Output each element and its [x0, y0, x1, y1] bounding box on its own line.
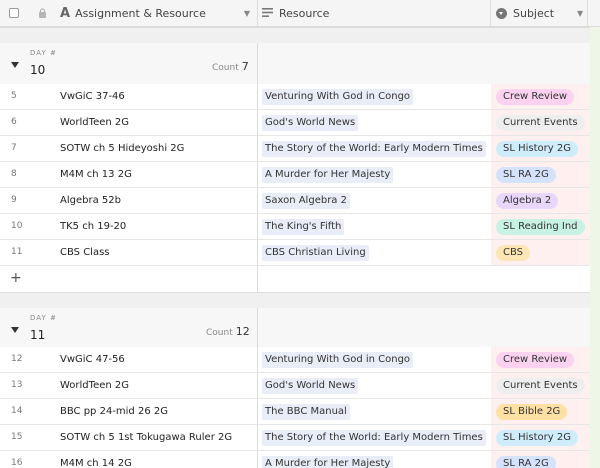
group-header[interactable]: DAY # 10 Count 7	[0, 43, 600, 87]
resource-link-chip[interactable]: A Murder for Her Majesty	[262, 167, 394, 183]
row-number: 10	[11, 221, 23, 231]
resource-link-chip[interactable]: Venturing With God in Congo	[262, 89, 414, 105]
subject-tag: CBS	[496, 245, 531, 261]
column-header-assignment-label: Assignment & Resource	[75, 6, 206, 20]
resource-link-chip[interactable]: The Story of the World: Early Modern Tim…	[262, 141, 486, 157]
row-number: 11	[11, 247, 23, 257]
assignment-cell[interactable]: TK5 ch 19-20	[60, 214, 126, 239]
assignment-cell[interactable]: VwGiC 47-56	[60, 347, 125, 372]
row-number: 13	[11, 380, 23, 390]
group-value: 10	[30, 63, 46, 77]
group-field-label: DAY #	[30, 314, 57, 322]
resource-link-chip[interactable]: A Murder for Her Majesty	[262, 456, 394, 468]
collapse-triangle-icon[interactable]	[11, 62, 19, 68]
table-row[interactable]: 13 WorldTeen 2G God's World News Current…	[0, 373, 600, 399]
subject-tag: Crew Review	[496, 352, 575, 368]
group-header[interactable]: DAY # 11 Count 12	[0, 308, 600, 352]
records-grid: A Assignment & Resource ▼ Resource Subje…	[0, 0, 600, 468]
group-spacer	[0, 27, 600, 44]
subject-tag: Current Events	[496, 115, 585, 131]
table-row[interactable]: 10 TK5 ch 19-20 The King's Fifth SL Read…	[0, 214, 600, 240]
row-number: 14	[11, 406, 23, 416]
table-row[interactable]: 15 SOTW ch 5 1st Tokugawa Ruler 2G The S…	[0, 425, 600, 451]
table-row[interactable]: 16 M4M ch 14 2G A Murder for Her Majesty…	[0, 451, 600, 468]
row-number: 7	[11, 143, 17, 153]
subject-tag: Algebra 2	[496, 193, 559, 209]
resource-link-chip[interactable]: God's World News	[262, 115, 359, 131]
next-column-edge	[590, 27, 600, 468]
group-spacer	[0, 292, 600, 309]
resource-link-chip[interactable]: Venturing With God in Congo	[262, 352, 414, 368]
assignment-cell[interactable]: WorldTeen 2G	[60, 373, 129, 398]
column-header-subject[interactable]: Subject ▼	[496, 0, 600, 26]
resource-link-chip[interactable]: Saxon Algebra 2	[262, 193, 350, 209]
row-number: 16	[11, 458, 23, 468]
assignment-cell[interactable]: SOTW ch 5 1st Tokugawa Ruler 2G	[60, 425, 232, 450]
group-count-value: 12	[235, 325, 250, 338]
subject-tag: Current Events	[496, 378, 585, 394]
row-number: 12	[11, 354, 23, 364]
group-field-label: DAY #	[30, 49, 57, 57]
subject-tag: SL History 2G	[496, 430, 578, 446]
lock-icon	[38, 0, 52, 26]
select-circle-icon	[496, 7, 507, 19]
add-record-row[interactable]: +	[0, 266, 600, 292]
subject-tag: Crew Review	[496, 89, 575, 105]
table-row[interactable]: 8 M4M ch 13 2G A Murder for Her Majesty …	[0, 162, 600, 188]
assignment-cell[interactable]: VwGiC 37-46	[60, 84, 125, 109]
resource-link-chip[interactable]: The Story of the World: Early Modern Tim…	[262, 430, 486, 446]
column-header-assignment[interactable]: A Assignment & Resource ▼	[60, 0, 256, 26]
assignment-cell[interactable]: Algebra 52b	[60, 188, 121, 213]
group-count: Count 7	[212, 60, 249, 73]
collapse-triangle-icon[interactable]	[11, 327, 19, 333]
assignment-cell[interactable]: M4M ch 14 2G	[60, 451, 132, 468]
subject-tag: SL RA 2G	[496, 456, 556, 468]
subject-tag: SL RA 2G	[496, 167, 556, 183]
chevron-down-icon[interactable]: ▼	[577, 9, 583, 18]
column-header-subject-label: Subject	[513, 6, 555, 20]
row-number: 15	[11, 432, 23, 442]
chevron-down-icon[interactable]: ▼	[244, 9, 250, 18]
assignment-cell[interactable]: SOTW ch 5 Hideyoshi 2G	[60, 136, 184, 161]
link-list-icon	[262, 7, 273, 20]
resource-link-chip[interactable]: The King's Fifth	[262, 219, 345, 235]
group-count: Count 12	[206, 325, 250, 338]
row-number: 6	[11, 117, 17, 127]
row-number: 9	[11, 195, 17, 205]
group-value: 11	[30, 328, 46, 342]
resource-link-chip[interactable]: God's World News	[262, 378, 359, 394]
column-header-bar: A Assignment & Resource ▼ Resource Subje…	[0, 0, 600, 27]
assignment-cell[interactable]: WorldTeen 2G	[60, 110, 129, 135]
select-all-checkbox[interactable]	[9, 0, 25, 26]
group-count-value: 7	[241, 60, 249, 73]
resource-link-chip[interactable]: CBS Christian Living	[262, 245, 369, 261]
row-number: 5	[11, 91, 17, 101]
column-header-resource[interactable]: Resource	[262, 0, 490, 26]
resource-link-chip[interactable]: The BBC Manual	[262, 404, 350, 420]
plus-icon[interactable]: +	[10, 270, 22, 286]
table-row[interactable]: 5 VwGiC 37-46 Venturing With God in Cong…	[0, 84, 600, 110]
assignment-cell[interactable]: CBS Class	[60, 240, 110, 265]
assignment-cell[interactable]: BBC pp 24-mid 26 2G	[60, 399, 168, 424]
subject-tag: SL Reading Ind	[496, 219, 585, 235]
formula-A-icon: A	[60, 5, 71, 21]
subject-tag: SL History 2G	[496, 141, 578, 157]
table-row[interactable]: 6 WorldTeen 2G God's World News Current …	[0, 110, 600, 136]
table-row[interactable]: 14 BBC pp 24-mid 26 2G The BBC Manual SL…	[0, 399, 600, 425]
table-row[interactable]: 7 SOTW ch 5 Hideyoshi 2G The Story of th…	[0, 136, 600, 162]
checkbox-icon	[9, 8, 19, 18]
table-row[interactable]: 9 Algebra 52b Saxon Algebra 2 Algebra 2	[0, 188, 600, 214]
row-number: 8	[11, 169, 17, 179]
table-row[interactable]: 12 VwGiC 47-56 Venturing With God in Con…	[0, 347, 600, 373]
table-row[interactable]: 11 CBS Class CBS Christian Living CBS	[0, 240, 600, 266]
subject-tag: SL Bible 2G	[496, 404, 568, 420]
assignment-cell[interactable]: M4M ch 13 2G	[60, 162, 132, 187]
column-header-resource-label: Resource	[279, 6, 330, 20]
